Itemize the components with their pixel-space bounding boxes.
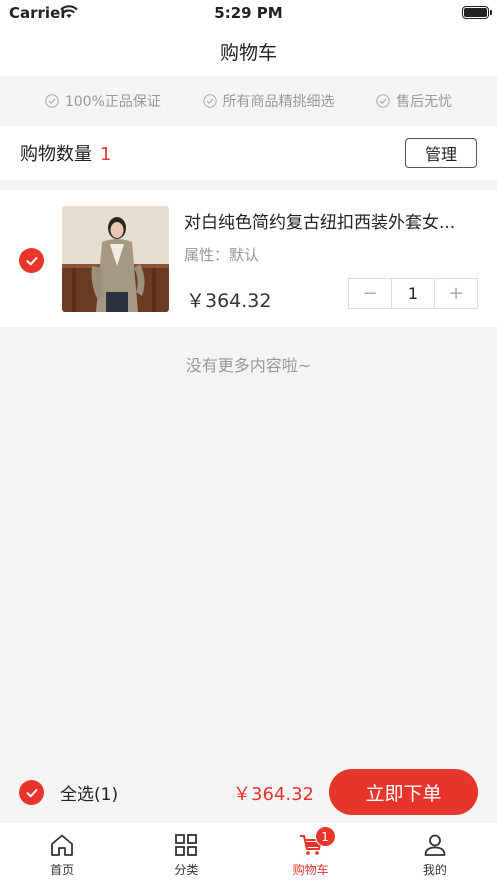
select-all-checkbox[interactable] [19, 780, 44, 805]
tab-bar: 首页 分类 1 购物车 我的 [0, 823, 497, 883]
guarantee-bar: 100%正品保证 所有商品精挑细选 售后无忧 [0, 76, 497, 126]
guarantee-item: 所有商品精挑细选 [202, 91, 335, 111]
status-bar: Carrier 5:29 PM [0, 0, 497, 26]
status-time: 5:29 PM [214, 4, 283, 22]
check-circle-icon [202, 94, 217, 108]
check-circle-icon [45, 94, 59, 108]
no-more-text: 没有更多内容啦~ [185, 356, 312, 375]
increase-button[interactable]: + [435, 279, 477, 308]
checkmark-icon [26, 788, 37, 797]
guarantee-item: 100%正品保证 [45, 91, 161, 111]
place-order-button[interactable]: 立即下单 [329, 769, 478, 815]
select-all-label[interactable]: 全选(1) [60, 780, 118, 805]
guarantee-label: 所有商品精挑细选 [222, 94, 335, 110]
product-attribute: 属性：默认 [184, 246, 260, 264]
cart-badge: 1 [314, 826, 336, 847]
tab-home[interactable]: 首页 [0, 823, 124, 883]
page-title: 购物车 [219, 42, 277, 64]
cart-summary: 购物数量 1 管理 [0, 126, 497, 180]
checkmark-icon [26, 256, 37, 265]
quantity-stepper: − 1 + [348, 278, 478, 309]
checkout-bar: 全选(1) ￥364.32 立即下单 [0, 761, 497, 823]
tab-label: 分类 [174, 863, 199, 877]
tab-profile[interactable]: 我的 [373, 823, 497, 883]
total-price: ￥364.32 [233, 784, 314, 805]
item-checkbox[interactable] [19, 248, 44, 273]
tab-label: 我的 [422, 863, 447, 877]
quantity-value[interactable]: 1 [391, 279, 435, 308]
product-image[interactable] [62, 206, 169, 312]
product-title[interactable]: 对白纯色简约复古纽扣西装外套女... [184, 208, 480, 233]
manage-button[interactable]: 管理 [405, 138, 477, 168]
check-circle-icon [376, 94, 390, 108]
nav-bar: 购物车 [0, 26, 497, 76]
tab-label: 首页 [50, 863, 75, 877]
guarantee-label: 售后无忧 [396, 94, 453, 110]
home-icon [51, 834, 74, 856]
guarantee-label: 100%正品保证 [64, 94, 161, 110]
user-icon [424, 834, 446, 856]
product-price: ￥364.32 [186, 290, 272, 312]
battery-icon [462, 6, 492, 19]
tab-cart[interactable]: 1 购物车 [249, 823, 373, 883]
tab-label: 购物车 [292, 863, 329, 877]
decrease-button[interactable]: − [349, 279, 391, 308]
cart-count: 1 [100, 144, 112, 165]
cart-count-label: 购物数量 1 [20, 144, 112, 165]
guarantee-item: 售后无忧 [376, 91, 452, 111]
grid-icon [175, 834, 198, 856]
tab-category[interactable]: 分类 [124, 823, 248, 883]
